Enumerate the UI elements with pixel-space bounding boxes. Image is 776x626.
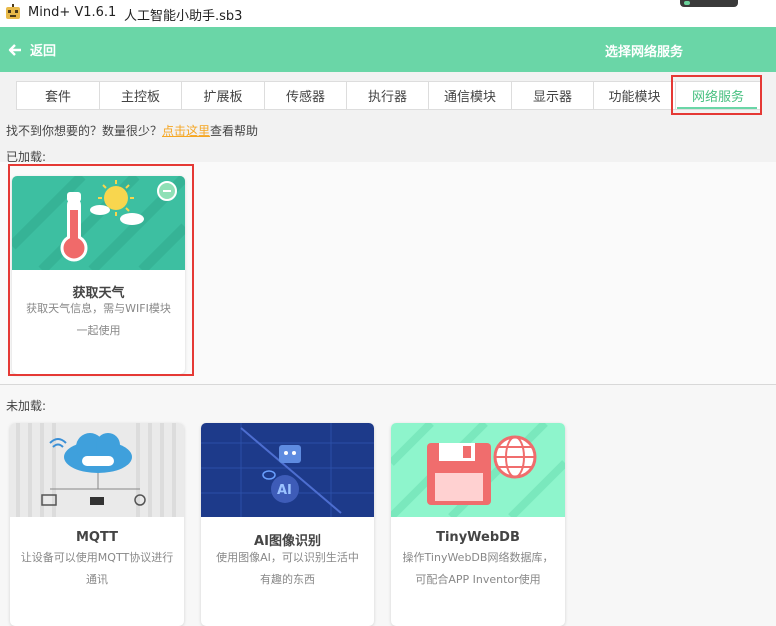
help-link[interactable]: 点击这里: [162, 124, 210, 138]
card-description: 使用图像AI，可以识别生活中有趣的东西: [216, 551, 359, 586]
tab-kits[interactable]: 套件: [17, 82, 100, 109]
category-tabs: 套件 主控板 扩展板 传感器 执行器 通信模块 显示器 功能模块 网络服务: [16, 81, 761, 110]
card-description: 让设备可以使用MQTT协议进行通讯: [20, 551, 174, 586]
extension-card-tinywebdb[interactable]: TinyWebDB 操作TinyWebDB网络数据库，可配合APP Invent…: [391, 423, 565, 626]
mqtt-cloud-icon: [10, 423, 184, 517]
card-title: MQTT: [75, 530, 119, 545]
tab-mainboards[interactable]: 主控板: [100, 82, 182, 109]
help-suffix: 查看帮助: [210, 124, 259, 138]
page-title: 选择网络服务: [605, 45, 684, 60]
back-arrow-icon: [8, 43, 21, 56]
tab-functions[interactable]: 功能模块: [594, 82, 676, 109]
window-controls[interactable]: [680, 0, 738, 7]
card-title: TinyWebDB: [436, 530, 520, 545]
tab-sensors[interactable]: 传感器: [265, 82, 347, 109]
app-name: Mind+ V1.6.1: [28, 5, 117, 20]
tab-expansion-boards[interactable]: 扩展板: [182, 82, 265, 109]
card-description: 操作TinyWebDB网络数据库，可配合APP Inventor使用: [402, 551, 554, 586]
back-button[interactable]: 返回: [8, 40, 56, 59]
back-label: 返回: [30, 44, 57, 59]
page-header: 返回 选择网络服务: [0, 27, 776, 72]
help-prefix: 找不到你想要的？数量很少？: [6, 124, 163, 138]
tab-communication[interactable]: 通信模块: [429, 82, 512, 109]
window-indicator-icon: [684, 1, 690, 5]
tab-actuators[interactable]: 执行器: [347, 82, 429, 109]
unloaded-section-label: 未加载:: [6, 399, 47, 413]
title-bar: Mind+ V1.6.1 人工智能小助手.sb3: [0, 0, 776, 27]
extension-card-ai-image-recognition[interactable]: AI AI图像识别 使用图像AI，可以识别生活中有趣的东西: [201, 423, 374, 626]
help-text: 找不到你想要的？数量很少？点击这里查看帮助: [6, 122, 258, 139]
extension-card-mqtt[interactable]: MQTT 让设备可以使用MQTT协议进行通讯: [10, 423, 184, 626]
floppy-globe-icon: [391, 423, 565, 517]
file-name: 人工智能小助手.sb3: [124, 9, 243, 24]
ai-badge-icon: AI: [277, 483, 292, 498]
mindplus-logo-icon: [6, 4, 20, 19]
loaded-card-highlight: [8, 164, 194, 376]
ai-robot-icon: [201, 423, 374, 517]
active-tab-highlight: [671, 75, 762, 115]
tab-displays[interactable]: 显示器: [512, 82, 594, 109]
